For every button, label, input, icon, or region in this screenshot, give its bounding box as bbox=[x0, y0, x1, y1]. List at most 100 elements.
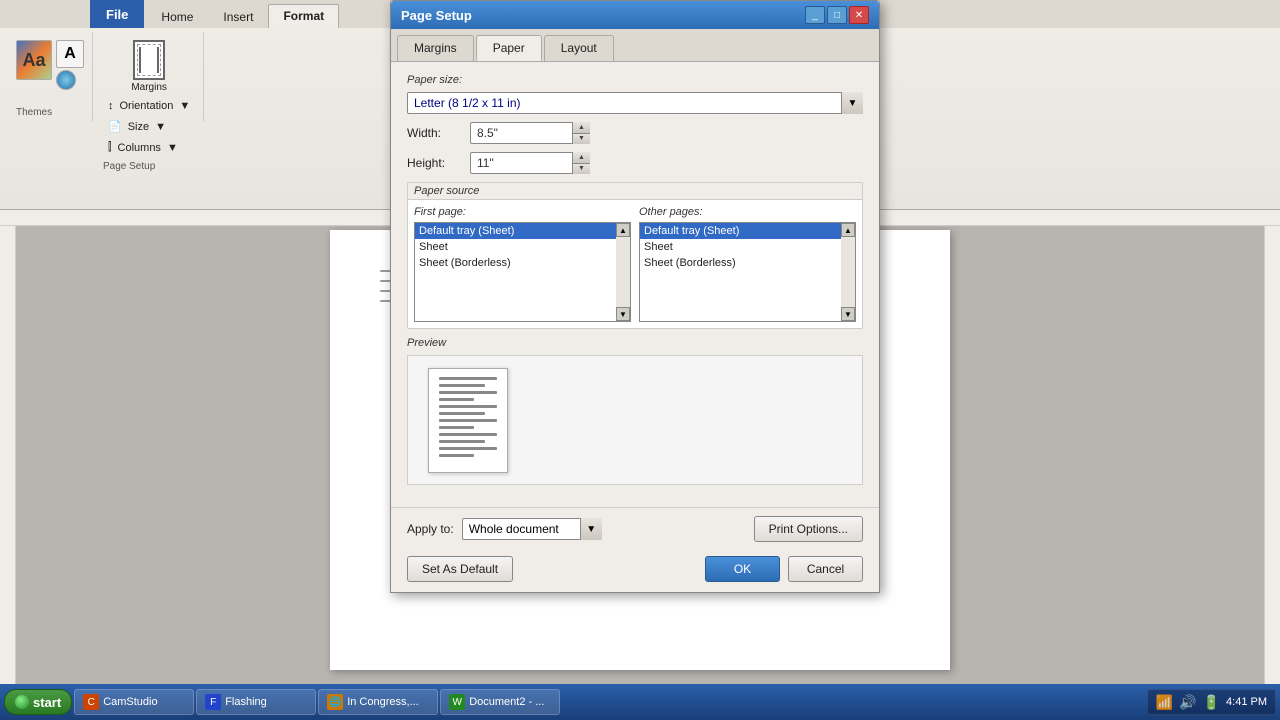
taskbar-flashing[interactable]: F Flashing bbox=[196, 689, 316, 715]
congress-label: In Congress,... bbox=[347, 696, 419, 708]
other-pages-item-2[interactable]: Sheet (Borderless) bbox=[640, 255, 855, 271]
margins-group: Margins ↕ Orientation ▼ 📄 Size ▼ ⫿ Colum… bbox=[95, 32, 204, 122]
dialog-titlebar: Page Setup _ □ ✕ bbox=[391, 1, 879, 29]
font-section: A bbox=[56, 40, 84, 90]
color-picker[interactable] bbox=[56, 70, 76, 90]
file-tab[interactable]: File bbox=[90, 0, 144, 28]
preview-box bbox=[407, 355, 863, 485]
orientation-label: Orientation bbox=[120, 100, 174, 112]
apply-to-select-wrapper: Whole document This point forward ▼ bbox=[462, 518, 602, 540]
height-spin-up[interactable]: ▲ bbox=[573, 152, 590, 164]
apply-to-row: Apply to: Whole document This point forw… bbox=[407, 518, 602, 540]
margins-page-icon bbox=[133, 40, 165, 80]
width-spin-down[interactable]: ▼ bbox=[573, 134, 590, 145]
first-page-column: First page: Default tray (Sheet) Sheet S… bbox=[414, 206, 631, 322]
font-a-button[interactable]: A bbox=[56, 40, 84, 68]
preview-line-4 bbox=[439, 398, 474, 401]
first-page-scroll-up[interactable]: ▲ bbox=[616, 223, 630, 237]
start-button[interactable]: start bbox=[4, 689, 72, 715]
preview-line-2 bbox=[439, 384, 485, 387]
first-page-item-0-label: Default tray (Sheet) bbox=[419, 225, 514, 237]
height-spin-down[interactable]: ▼ bbox=[573, 164, 590, 175]
taskbar-document[interactable]: W Document2 - ... bbox=[440, 689, 560, 715]
other-pages-scroll-up[interactable]: ▲ bbox=[841, 223, 855, 237]
apply-to-select[interactable]: Whole document This point forward bbox=[462, 518, 602, 540]
other-pages-item-1-label: Sheet bbox=[644, 241, 673, 253]
themes-button[interactable]: Aa bbox=[16, 40, 52, 80]
first-page-item-2-label: Sheet (Borderless) bbox=[419, 257, 511, 269]
print-options-button[interactable]: Print Options... bbox=[754, 516, 863, 542]
first-page-scroll-down[interactable]: ▼ bbox=[616, 307, 630, 321]
document-label: Document2 - ... bbox=[469, 696, 544, 708]
dialog-tabs: Margins Paper Layout bbox=[391, 29, 879, 62]
vertical-ruler-left bbox=[0, 226, 16, 684]
first-page-item-1[interactable]: Sheet bbox=[415, 239, 630, 255]
width-spin-up[interactable]: ▲ bbox=[573, 122, 590, 134]
dialog-body: Paper size: Letter (8 1/2 x 11 in) A4 Le… bbox=[391, 62, 879, 507]
themes-group: Aa A Themes bbox=[8, 32, 93, 122]
dialog-close-button[interactable]: ✕ bbox=[849, 6, 869, 24]
width-row: Width: ▲ ▼ bbox=[407, 122, 863, 144]
height-spinner: ▲ ▼ bbox=[572, 152, 590, 174]
paper-size-section-label: Paper size: bbox=[407, 74, 863, 86]
other-pages-item-0[interactable]: Default tray (Sheet) bbox=[640, 223, 855, 239]
vertical-ruler-right bbox=[1264, 226, 1280, 684]
ok-button[interactable]: OK bbox=[705, 556, 780, 582]
height-label: Height: bbox=[407, 156, 462, 170]
system-clock: 4:41 PM bbox=[1226, 695, 1267, 709]
height-row: Height: ▲ ▼ bbox=[407, 152, 863, 174]
themes-aa-icon: Aa bbox=[22, 50, 45, 71]
orientation-button[interactable]: ↕ Orientation ▼ bbox=[103, 97, 195, 115]
taskbar-camstudio[interactable]: C CamStudio bbox=[74, 689, 194, 715]
tab-insert[interactable]: Insert bbox=[208, 5, 268, 28]
preview-line-6 bbox=[439, 412, 485, 415]
first-page-item-0[interactable]: Default tray (Sheet) bbox=[415, 223, 630, 239]
tab-paper[interactable]: Paper bbox=[476, 35, 542, 61]
clock-time: 4:41 PM bbox=[1226, 695, 1267, 709]
other-pages-scroll-down[interactable]: ▼ bbox=[841, 307, 855, 321]
taskbar-congress[interactable]: 🌐 In Congress,... bbox=[318, 689, 438, 715]
cancel-button[interactable]: Cancel bbox=[788, 556, 863, 582]
tab-insert-label: Insert bbox=[223, 10, 253, 24]
tab-layout-label: Layout bbox=[561, 41, 597, 55]
orientation-arrow: ▼ bbox=[179, 100, 190, 112]
dialog-maximize-button[interactable]: □ bbox=[827, 6, 847, 24]
first-page-list[interactable]: Default tray (Sheet) Sheet Sheet (Border… bbox=[414, 222, 631, 322]
paper-size-select-wrapper: Letter (8 1/2 x 11 in) A4 Legal ▼ bbox=[407, 92, 863, 114]
preview-line-10 bbox=[439, 440, 485, 443]
columns-button[interactable]: ⫿ Columns ▼ bbox=[103, 138, 195, 157]
apply-to-label: Apply to: bbox=[407, 522, 454, 536]
size-label: Size bbox=[128, 121, 149, 133]
preview-line-7 bbox=[439, 419, 497, 422]
congress-icon: 🌐 bbox=[327, 694, 343, 710]
paper-size-select[interactable]: Letter (8 1/2 x 11 in) A4 Legal bbox=[407, 92, 863, 114]
other-pages-list[interactable]: Default tray (Sheet) Sheet Sheet (Border… bbox=[639, 222, 856, 322]
tab-layout[interactable]: Layout bbox=[544, 35, 614, 61]
tray-battery-icon: 🔋 bbox=[1203, 694, 1220, 711]
flashing-label: Flashing bbox=[225, 696, 267, 708]
tab-format-label: Format bbox=[283, 9, 324, 23]
tab-margins[interactable]: Margins bbox=[397, 35, 474, 61]
width-label: Width: bbox=[407, 126, 462, 140]
paper-source-section: Paper source First page: Default tray (S… bbox=[407, 182, 863, 329]
tray-network-icon: 📶 bbox=[1156, 694, 1173, 711]
preview-line-9 bbox=[439, 433, 497, 436]
start-label: start bbox=[33, 695, 61, 710]
tab-paper-label: Paper bbox=[493, 41, 525, 55]
camstudio-icon: C bbox=[83, 694, 99, 710]
preview-line-12 bbox=[439, 454, 474, 457]
first-page-item-2[interactable]: Sheet (Borderless) bbox=[415, 255, 630, 271]
preview-label: Preview bbox=[407, 337, 863, 349]
tab-format[interactable]: Format bbox=[268, 4, 339, 28]
other-pages-scrollbar: ▲ ▼ bbox=[841, 223, 855, 321]
size-button[interactable]: 📄 Size ▼ bbox=[103, 117, 195, 136]
camstudio-label: CamStudio bbox=[103, 696, 157, 708]
set-default-button[interactable]: Set As Default bbox=[407, 556, 513, 582]
other-pages-label: Other pages: bbox=[639, 206, 856, 218]
other-pages-item-1[interactable]: Sheet bbox=[640, 239, 855, 255]
file-tab-label: File bbox=[106, 7, 128, 22]
tab-home[interactable]: Home bbox=[146, 5, 208, 28]
tab-home-label: Home bbox=[161, 10, 193, 24]
margins-button[interactable]: Margins bbox=[103, 38, 195, 95]
dialog-minimize-button[interactable]: _ bbox=[805, 6, 825, 24]
